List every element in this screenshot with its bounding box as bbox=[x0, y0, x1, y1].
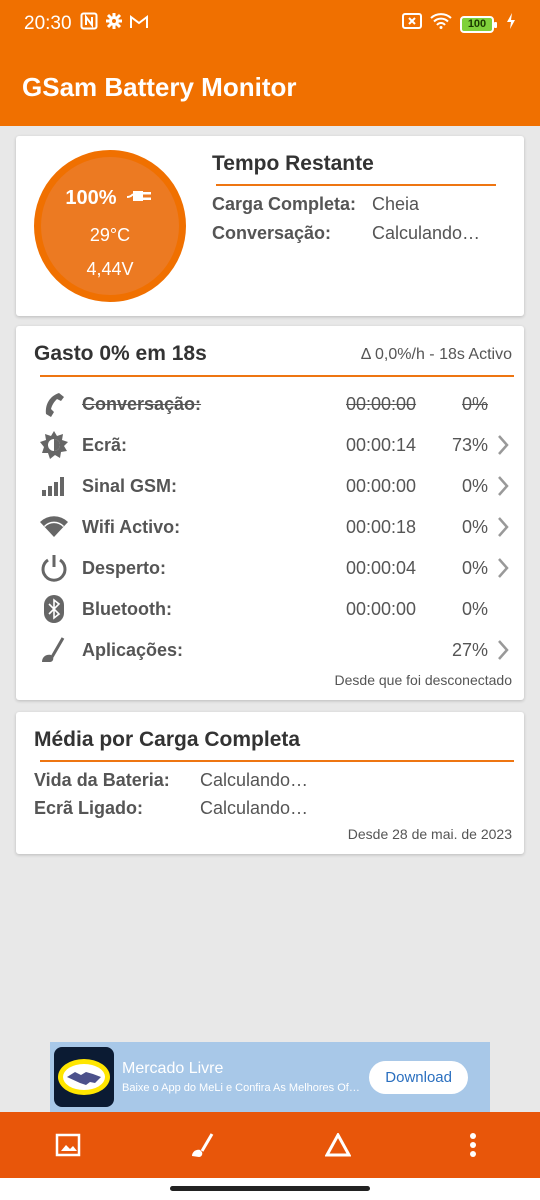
charging-icon bbox=[506, 13, 516, 35]
usage-title: Gasto 0% em 18s bbox=[34, 342, 207, 365]
usage-row-apps[interactable]: Aplicações: 27% bbox=[38, 630, 518, 670]
gmail-icon bbox=[129, 13, 148, 35]
status-bar: 20:30 100 bbox=[0, 0, 540, 48]
bluetooth-icon bbox=[38, 593, 70, 625]
usage-row-gsm-signal[interactable]: Sinal GSM: 00:00:00 0% bbox=[38, 466, 518, 506]
phone-icon bbox=[38, 388, 70, 420]
usage-rate: Δ 0,0%/h - 18s Activo bbox=[360, 346, 512, 363]
app-bar: GSam Battery Monitor bbox=[0, 48, 540, 126]
divider bbox=[216, 184, 496, 186]
usage-row-awake[interactable]: Desperto: 00:00:04 0% bbox=[38, 548, 518, 588]
average-footer: Desde 28 de mai. de 2023 bbox=[347, 826, 512, 842]
divider bbox=[40, 760, 514, 762]
usage-row-bluetooth: Bluetooth: 00:00:00 0% bbox=[38, 589, 518, 629]
delta-icon[interactable] bbox=[318, 1125, 358, 1165]
app-title: GSam Battery Monitor bbox=[22, 71, 297, 102]
nfc-icon bbox=[80, 12, 98, 36]
battery-voltage: 4,44V bbox=[86, 259, 134, 279]
usage-footer: Desde que foi desconectado bbox=[334, 672, 512, 688]
average-row-battery-life: Vida da Bateria: Calculando… bbox=[34, 770, 309, 790]
average-title: Média por Carga Completa bbox=[34, 728, 301, 751]
mercado-livre-logo bbox=[54, 1047, 114, 1107]
chevron-right-icon bbox=[488, 434, 518, 456]
remaining-row-talk: Conversação: Calculando… bbox=[212, 223, 481, 243]
chevron-right-icon bbox=[488, 639, 518, 661]
usage-row-screen[interactable]: Ecrã: 00:00:14 73% bbox=[38, 425, 518, 465]
settings-icon bbox=[105, 13, 122, 35]
battery-percent: 100% bbox=[65, 187, 117, 209]
divider bbox=[40, 375, 514, 377]
wifi-status-icon bbox=[430, 13, 452, 35]
average-row-screen-on: Ecrã Ligado: Calculando… bbox=[34, 798, 309, 818]
remaining-row-full-charge: Carga Completa: Cheia bbox=[212, 194, 420, 214]
system-nav-bar bbox=[0, 1178, 540, 1200]
battery-gauge[interactable]: 100% 29°C 4,44V bbox=[34, 150, 186, 302]
ad-banner[interactable]: Mercado Livre Baixe o App do MeLi e Conf… bbox=[50, 1042, 490, 1112]
wifi-icon bbox=[38, 511, 70, 543]
status-time: 20:30 bbox=[24, 13, 72, 34]
chevron-right-icon bbox=[488, 516, 518, 538]
battery-temperature: 29°C bbox=[89, 225, 131, 245]
usage-card: Gasto 0% em 18s Δ 0,0%/h - 18s Activo Co… bbox=[16, 326, 524, 700]
more-options-icon[interactable] bbox=[453, 1125, 493, 1165]
signal-icon bbox=[38, 470, 70, 502]
remaining-title: Tempo Restante bbox=[212, 152, 374, 175]
plug-icon bbox=[125, 187, 155, 210]
brightness-icon bbox=[38, 429, 70, 461]
power-icon bbox=[38, 552, 70, 584]
no-sim-icon bbox=[402, 13, 422, 35]
image-icon[interactable] bbox=[48, 1125, 88, 1165]
ad-brand: Mercado Livre bbox=[122, 1060, 224, 1077]
battery-status-icon: 100 bbox=[460, 15, 497, 33]
usage-row-wifi[interactable]: Wifi Activo: 00:00:18 0% bbox=[38, 507, 518, 547]
average-card: Média por Carga Completa Vida da Bateria… bbox=[16, 712, 524, 854]
chevron-right-icon bbox=[488, 557, 518, 579]
bottom-action-bar bbox=[0, 1112, 540, 1178]
home-gesture-pill[interactable] bbox=[170, 1186, 370, 1191]
usage-row-talk: Conversação: 00:00:00 0% bbox=[38, 384, 518, 424]
chevron-right-icon bbox=[488, 475, 518, 497]
ad-download-button[interactable]: Download bbox=[369, 1060, 468, 1094]
remaining-time-card: 100% 29°C 4,44V Tempo Restante Carga Com… bbox=[16, 136, 524, 316]
apps-icon bbox=[38, 634, 70, 666]
ad-subtitle: Baixe o App do MeLi e Confira As Melhore… bbox=[122, 1082, 362, 1094]
apps-broom-icon[interactable] bbox=[183, 1125, 223, 1165]
